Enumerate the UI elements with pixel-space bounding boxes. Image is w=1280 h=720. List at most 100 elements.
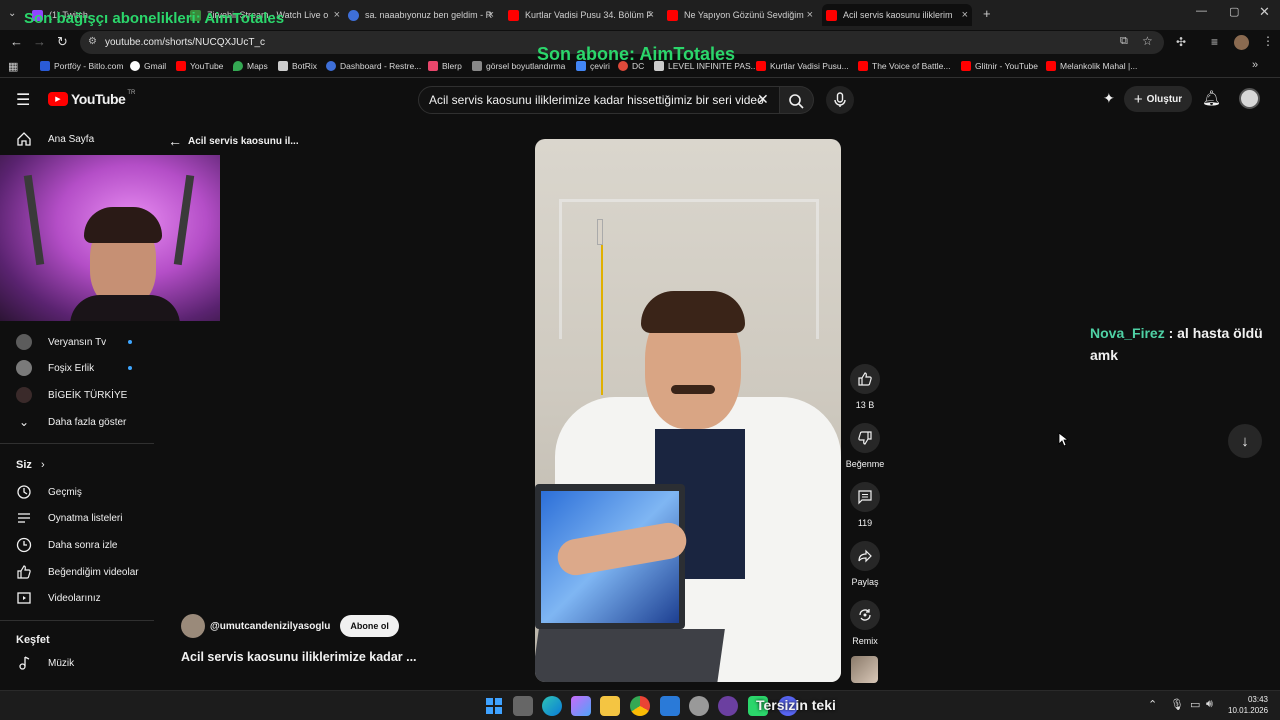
bookmark-label: Kurtlar Vadisi Pusu... bbox=[770, 61, 849, 71]
extensions-icon[interactable]: ✣ bbox=[1176, 35, 1186, 49]
tab-acil-servis[interactable]: Acil servis kaosunu iliklerim × bbox=[822, 4, 972, 26]
close-tab-icon[interactable]: × bbox=[648, 9, 654, 21]
sidebar-item-your-videos[interactable]: Videolarınız bbox=[16, 588, 101, 608]
remix-button[interactable]: Remix bbox=[845, 600, 885, 646]
bookmark-item[interactable]: YouTube bbox=[176, 61, 223, 71]
back-icon[interactable]: ← bbox=[10, 34, 23, 49]
back-to-feed-button[interactable]: ← Acil servis kaosunu il... bbox=[168, 133, 299, 149]
sidebar-item-liked[interactable]: Beğendiğim videolar bbox=[16, 562, 139, 582]
sidebar-item-music[interactable]: Müzik bbox=[16, 653, 74, 673]
search-button[interactable] bbox=[780, 86, 814, 114]
sidebar-sub-veryansin[interactable]: Veryansın Tv bbox=[16, 332, 132, 352]
account-avatar[interactable] bbox=[1239, 88, 1260, 109]
task-view-icon[interactable] bbox=[513, 696, 533, 716]
hamburger-menu-icon[interactable]: ☰ bbox=[16, 90, 30, 110]
bookmark-item[interactable]: Gmail bbox=[130, 61, 166, 71]
tab-search-chevron-icon[interactable]: ⌄ bbox=[8, 8, 16, 19]
tray-chevron-icon[interactable]: ⌃ bbox=[1148, 698, 1157, 711]
url-text: youtube.com/shorts/NUCQXJUcT_c bbox=[105, 37, 266, 48]
bookmark-item[interactable]: Dashboard - Restre... bbox=[326, 61, 421, 71]
reload-icon[interactable]: ↻ bbox=[57, 34, 68, 50]
sidebar-label: Daha fazla göster bbox=[48, 416, 127, 428]
close-tab-icon[interactable]: × bbox=[334, 9, 340, 21]
search-input[interactable]: Acil servis kaosunu iliklerimize kadar h… bbox=[418, 86, 780, 114]
sidebar-show-more[interactable]: ⌄ Daha fazla göster bbox=[16, 412, 126, 432]
sidebar-divider bbox=[0, 620, 154, 621]
browser-menu-icon[interactable]: ⋮ bbox=[1262, 34, 1274, 48]
bookmark-item[interactable]: Maps bbox=[233, 61, 268, 71]
sidebar-item-home[interactable]: Ana Sayfa bbox=[16, 129, 94, 149]
stream-donor-overlay: Son bağışçı abonelikleri: AimTotales bbox=[24, 10, 285, 27]
edge-browser-icon[interactable] bbox=[542, 696, 562, 716]
close-tab-icon[interactable]: × bbox=[807, 9, 813, 21]
bookmark-item[interactable]: BotRix bbox=[278, 61, 317, 71]
notifications-bell-icon[interactable]: 🔔︎ bbox=[1202, 89, 1221, 107]
tab-kurtlar-vadisi[interactable]: Kurtlar Vadisi Pusu 34. Bölüm F × bbox=[508, 4, 654, 26]
install-app-icon[interactable]: ⧉ bbox=[1120, 35, 1128, 48]
more-bookmarks-icon[interactable]: » bbox=[1252, 59, 1258, 71]
media-control-icon[interactable]: ≡ bbox=[1211, 35, 1218, 49]
tray-microphone-icon[interactable]: 🎙︎ bbox=[1170, 698, 1184, 711]
tab-restream[interactable]: sa. naaabıyonuz ben geldim - R × bbox=[348, 4, 494, 26]
apps-grid-icon[interactable]: ▦ bbox=[8, 60, 18, 73]
short-title[interactable]: Acil servis kaosunu iliklerimize kadar .… bbox=[181, 650, 417, 664]
bookmark-item[interactable]: Blerp bbox=[428, 61, 462, 71]
app-icon[interactable] bbox=[718, 696, 738, 716]
windows-taskbar: Tersizin teki ⌃ 🎙︎ ▭ 🔊︎ 03:43 10.01.2026 bbox=[0, 690, 1280, 720]
youtube-logo[interactable]: ▶ YouTube TR bbox=[48, 90, 135, 107]
bookmark-item[interactable]: The Voice of Battle... bbox=[858, 61, 950, 71]
new-tab-icon[interactable]: + bbox=[983, 6, 991, 21]
sidebar-sub-fosix[interactable]: Foşix Erlik bbox=[16, 358, 132, 378]
chevron-down-icon: ⌄ bbox=[18, 415, 30, 429]
subscribe-button[interactable]: Abone ol bbox=[340, 615, 399, 637]
share-button[interactable]: Paylaş bbox=[845, 541, 885, 587]
settings-gear-icon[interactable] bbox=[689, 696, 709, 716]
close-tab-icon[interactable]: × bbox=[962, 9, 968, 21]
like-count: 13 B bbox=[855, 400, 875, 410]
site-info-icon[interactable]: ⚙ bbox=[88, 36, 97, 47]
copilot-icon[interactable] bbox=[571, 696, 591, 716]
dislike-button[interactable]: Beğenme bbox=[845, 423, 885, 469]
close-window-icon[interactable]: ✕ bbox=[1259, 4, 1270, 20]
bookmark-item[interactable]: Melankolik Mahal |... bbox=[1046, 61, 1137, 71]
playlist-icon bbox=[16, 510, 32, 526]
sidebar-item-watch-later[interactable]: Daha sonra izle bbox=[16, 535, 117, 555]
forward-icon[interactable]: → bbox=[33, 34, 46, 49]
bookmark-item[interactable]: Kurtlar Vadisi Pusu... bbox=[756, 61, 849, 71]
bookmark-item[interactable]: Portföy - Bitlo.com bbox=[40, 61, 123, 71]
channel-avatar[interactable] bbox=[181, 614, 205, 638]
sparkle-icon[interactable]: ✦ bbox=[1103, 90, 1115, 107]
create-button[interactable]: + Oluştur bbox=[1124, 86, 1192, 112]
bookmark-item[interactable]: Glitnir - YouTube bbox=[961, 61, 1038, 71]
like-button[interactable]: 13 B bbox=[845, 364, 885, 410]
file-explorer-icon[interactable] bbox=[600, 696, 620, 716]
profile-avatar[interactable] bbox=[1234, 35, 1249, 50]
stream-subscriber-overlay: Son abone: AimTotales bbox=[537, 44, 736, 64]
tab-ne-yapiyon[interactable]: Ne Yapıyon Gözünü Sevdiğim × bbox=[667, 4, 813, 26]
tray-display-icon[interactable]: ▭ bbox=[1190, 698, 1200, 711]
comments-button[interactable]: 119 bbox=[845, 482, 885, 528]
sidebar-sub-bigeik[interactable]: BİGEİK TÜRKİYE bbox=[16, 385, 127, 405]
channel-name[interactable]: @umutcandenizilyasoglu bbox=[210, 621, 330, 632]
taskbar-clock[interactable]: 03:43 10.01.2026 bbox=[1228, 694, 1268, 716]
back-title: Acil servis kaosunu il... bbox=[188, 135, 299, 147]
tray-volume-icon[interactable]: 🔊︎ bbox=[1206, 698, 1213, 711]
chrome-icon[interactable] bbox=[630, 696, 650, 716]
maximize-icon[interactable]: ▢ bbox=[1229, 5, 1239, 18]
network-app-icon[interactable] bbox=[660, 696, 680, 716]
short-video-player[interactable] bbox=[535, 139, 841, 682]
sidebar-label: Müzik bbox=[48, 657, 75, 669]
windows-start-icon[interactable] bbox=[484, 696, 504, 716]
youtube-icon bbox=[858, 61, 868, 71]
voice-search-button[interactable] bbox=[826, 86, 854, 114]
bookmark-star-icon[interactable]: ☆ bbox=[1142, 34, 1153, 48]
youtube-icon bbox=[756, 61, 766, 71]
next-short-button[interactable]: ↓ bbox=[1228, 424, 1262, 458]
sidebar-you-heading[interactable]: Siz › bbox=[16, 459, 45, 471]
clear-search-icon[interactable]: ✕ bbox=[757, 91, 769, 108]
close-tab-icon[interactable]: × bbox=[488, 9, 494, 21]
sidebar-item-playlists[interactable]: Oynatma listeleri bbox=[16, 508, 122, 528]
minimize-icon[interactable]: — bbox=[1196, 5, 1207, 17]
sidebar-item-history[interactable]: Geçmiş bbox=[16, 482, 82, 502]
sound-thumbnail[interactable] bbox=[851, 656, 878, 683]
